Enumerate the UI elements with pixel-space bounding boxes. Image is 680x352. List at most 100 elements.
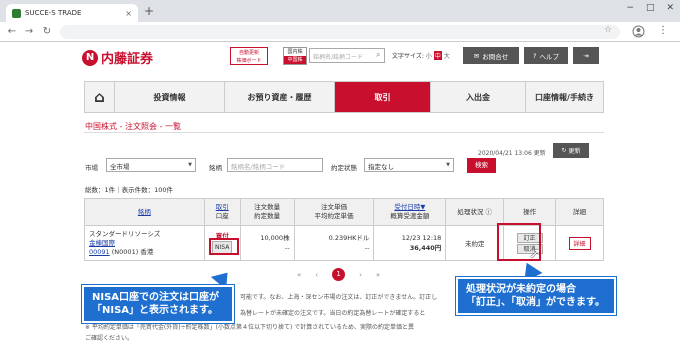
callout-ops-line1: 処理状況が未約定の場合 — [466, 284, 576, 295]
contact-label: お問合せ — [482, 52, 509, 61]
col-operations: 操作 — [503, 198, 557, 226]
font-size-label: 文字サイズ: — [392, 53, 424, 60]
stock-filter-input[interactable]: 銘柄名/銘柄コード — [227, 158, 323, 172]
maximize-icon[interactable]: □ — [646, 3, 655, 13]
date-amount-cell: 12/23 12:18 36,440円 — [373, 225, 447, 261]
callout-ops-line2: 「訂正」、「取消」ができます。 — [466, 297, 605, 308]
help-label: ヘルプ — [539, 52, 559, 61]
window-close-icon[interactable]: ✕ — [666, 3, 674, 13]
reload-icon[interactable]: ↻ — [40, 25, 54, 39]
forward-icon[interactable]: → — [22, 25, 36, 39]
font-mid-button[interactable]: 中 — [433, 51, 442, 60]
callout-nisa-line2: 「NISA」と表示されます。 — [92, 305, 219, 316]
table-header-row: 銘柄 取引 口座 注文数量 約定数量 注文単価 平均約定単価 受付日時▼ 概算受渡金額 … — [84, 198, 604, 226]
account-icon[interactable] — [632, 25, 646, 39]
font-large-button[interactable]: 大 — [444, 51, 450, 60]
stock-cell: スタンダードリソーシズ 金棟国際 00091 (N0001) 香港 — [84, 225, 205, 261]
new-tab-button[interactable]: + — [142, 5, 156, 19]
font-small-button[interactable]: 小 — [426, 51, 432, 60]
header-search-input[interactable]: 銘柄名/銘柄コード — [309, 48, 385, 63]
col-date-amount[interactable]: 受付日時▼ 概算受渡金額 — [373, 198, 447, 226]
chevron-down-icon: ▼ — [188, 162, 192, 168]
quantity-cell: 10,000株 -- — [239, 225, 295, 261]
bookmark-star-icon[interactable]: ☆ — [604, 25, 612, 35]
note-line-2: 為替レートが未確定の注文です。当日の約定為替レートが確定すると — [240, 310, 426, 317]
company-name-link[interactable]: 金棟国際 — [89, 239, 115, 247]
nav-deposit-withdrawal[interactable]: 入出金 — [431, 82, 526, 112]
pagination: « ‹ 1 › » — [297, 268, 380, 281]
logout-icon: ⇥ — [583, 51, 589, 60]
note-line-3: ※ 平均約定単価は「売買代金(外貨)÷約定株数」(小数点第４位以下切り捨て) で… — [85, 324, 415, 331]
nav-account-info[interactable]: 口座情報/手続き — [526, 82, 603, 112]
company-name-en: スタンダードリソーシズ — [89, 229, 161, 238]
stock-market: 香港 — [140, 247, 154, 256]
price-cell: 0.239HKドル -- — [293, 225, 375, 261]
browser-tab[interactable]: SUCCE-S TRADE × — [6, 4, 138, 22]
market-domestic[interactable]: 国内株 — [287, 49, 302, 55]
search-icon[interactable]: ⌕ — [376, 50, 380, 60]
col-status: 処理状況 ⓘ — [445, 198, 505, 226]
minimize-icon[interactable]: − — [626, 3, 634, 13]
logout-button[interactable]: ⇥ — [573, 47, 599, 64]
col-price: 注文単価 平均約定単価 — [293, 198, 375, 226]
prev-page-icon[interactable]: ‹ — [315, 271, 318, 279]
tab-close-icon[interactable]: × — [125, 9, 132, 18]
auto-update-line2: 株価ボード — [236, 58, 262, 64]
help-icon: ? — [533, 51, 537, 60]
status-filter-select[interactable]: 指定なし ▼ — [364, 158, 454, 172]
callout-operations: 処理状況が未約定の場合 「訂正」、「取消」ができます。 — [456, 277, 616, 315]
auto-update-board-button[interactable]: 自動更新 株価ボード — [230, 47, 268, 65]
detail-button[interactable]: 詳細 — [568, 236, 591, 250]
stock-filter-label: 銘柄 — [209, 164, 222, 172]
breadcrumb: 中国株式 - 注文照会 - 一覧 — [85, 122, 181, 131]
col-quantity: 注文数量 約定数量 — [239, 198, 295, 226]
nisa-highlight-box — [209, 238, 239, 255]
help-button[interactable]: ? ヘルプ — [524, 47, 568, 64]
market-filter-value: 全市場 — [110, 163, 130, 171]
current-page[interactable]: 1 — [332, 268, 346, 281]
note-line-4: ご確認ください。 — [85, 335, 134, 342]
next-page-icon[interactable]: › — [359, 271, 362, 279]
mail-icon: ✉ — [473, 51, 480, 60]
market-filter-label: 市場 — [85, 164, 98, 172]
market-china[interactable]: 中国株 — [284, 56, 306, 64]
nav-trade[interactable]: 取引 — [335, 82, 431, 112]
auto-update-line1: 自動更新 — [238, 50, 259, 56]
refresh-button[interactable]: ↻ 更新 — [553, 143, 589, 158]
callout-nisa-line1: NISA口座での注文は口座が — [92, 292, 220, 303]
refresh-icon: ↻ — [561, 147, 567, 154]
last-page-icon[interactable]: » — [376, 271, 380, 279]
first-page-icon[interactable]: « — [297, 271, 301, 279]
market-filter-select[interactable]: 全市場 ▼ — [106, 158, 196, 172]
site-logo[interactable]: N 内藤証券 — [82, 48, 153, 67]
breadcrumb-divider — [84, 132, 604, 133]
home-icon[interactable]: ⌂ — [85, 82, 115, 112]
col-stock[interactable]: 銘柄 — [84, 198, 205, 226]
info-icon[interactable]: ⓘ — [485, 208, 492, 216]
nav-investment-info[interactable]: 投資情報 — [115, 82, 225, 112]
contact-button[interactable]: ✉ お問合せ — [463, 47, 519, 64]
detail-cell: 詳細 — [555, 225, 604, 261]
site-favicon-icon — [12, 8, 21, 18]
callout-nisa: NISA口座での注文は口座が 「NISA」と表示されます。 — [82, 285, 234, 323]
font-size-control: 文字サイズ: 小 中 大 — [392, 51, 450, 60]
updated-timestamp: 2020/04/21 13:06 更新 — [478, 150, 546, 157]
nav-assets-history[interactable]: お預り資産・履歴 — [225, 82, 335, 112]
logo-mark-icon: N — [82, 49, 98, 66]
chevron-down-icon: ▼ — [446, 162, 450, 168]
result-count: 総数：1件｜表示件数：100件 — [85, 186, 174, 194]
logo-text: 内藤証券 — [101, 52, 154, 67]
note-line-1: 可能です。なお、上海・深セン市場の注文は、訂正ができません。訂正し — [240, 294, 438, 301]
back-icon[interactable]: ← — [5, 25, 19, 39]
tab-title: SUCCE-S TRADE — [25, 9, 82, 17]
address-bar: ← → ↻ ☆ ⋮ — [0, 22, 680, 42]
url-input[interactable] — [60, 25, 620, 39]
col-trade-account[interactable]: 取引 口座 — [203, 198, 241, 226]
market-switch[interactable]: 国内株 中国株 — [283, 47, 307, 65]
browser-menu-icon[interactable]: ⋮ — [658, 25, 668, 36]
main-navigation: ⌂ 投資情報 お預り資産・履歴 取引 入出金 口座情報/手続き — [84, 81, 604, 113]
status-cell: 未約定 — [445, 225, 505, 261]
search-button[interactable]: 検索 — [467, 158, 496, 173]
refresh-label: 更新 — [568, 148, 581, 155]
stock-code-link[interactable]: 00091 — [89, 248, 110, 256]
